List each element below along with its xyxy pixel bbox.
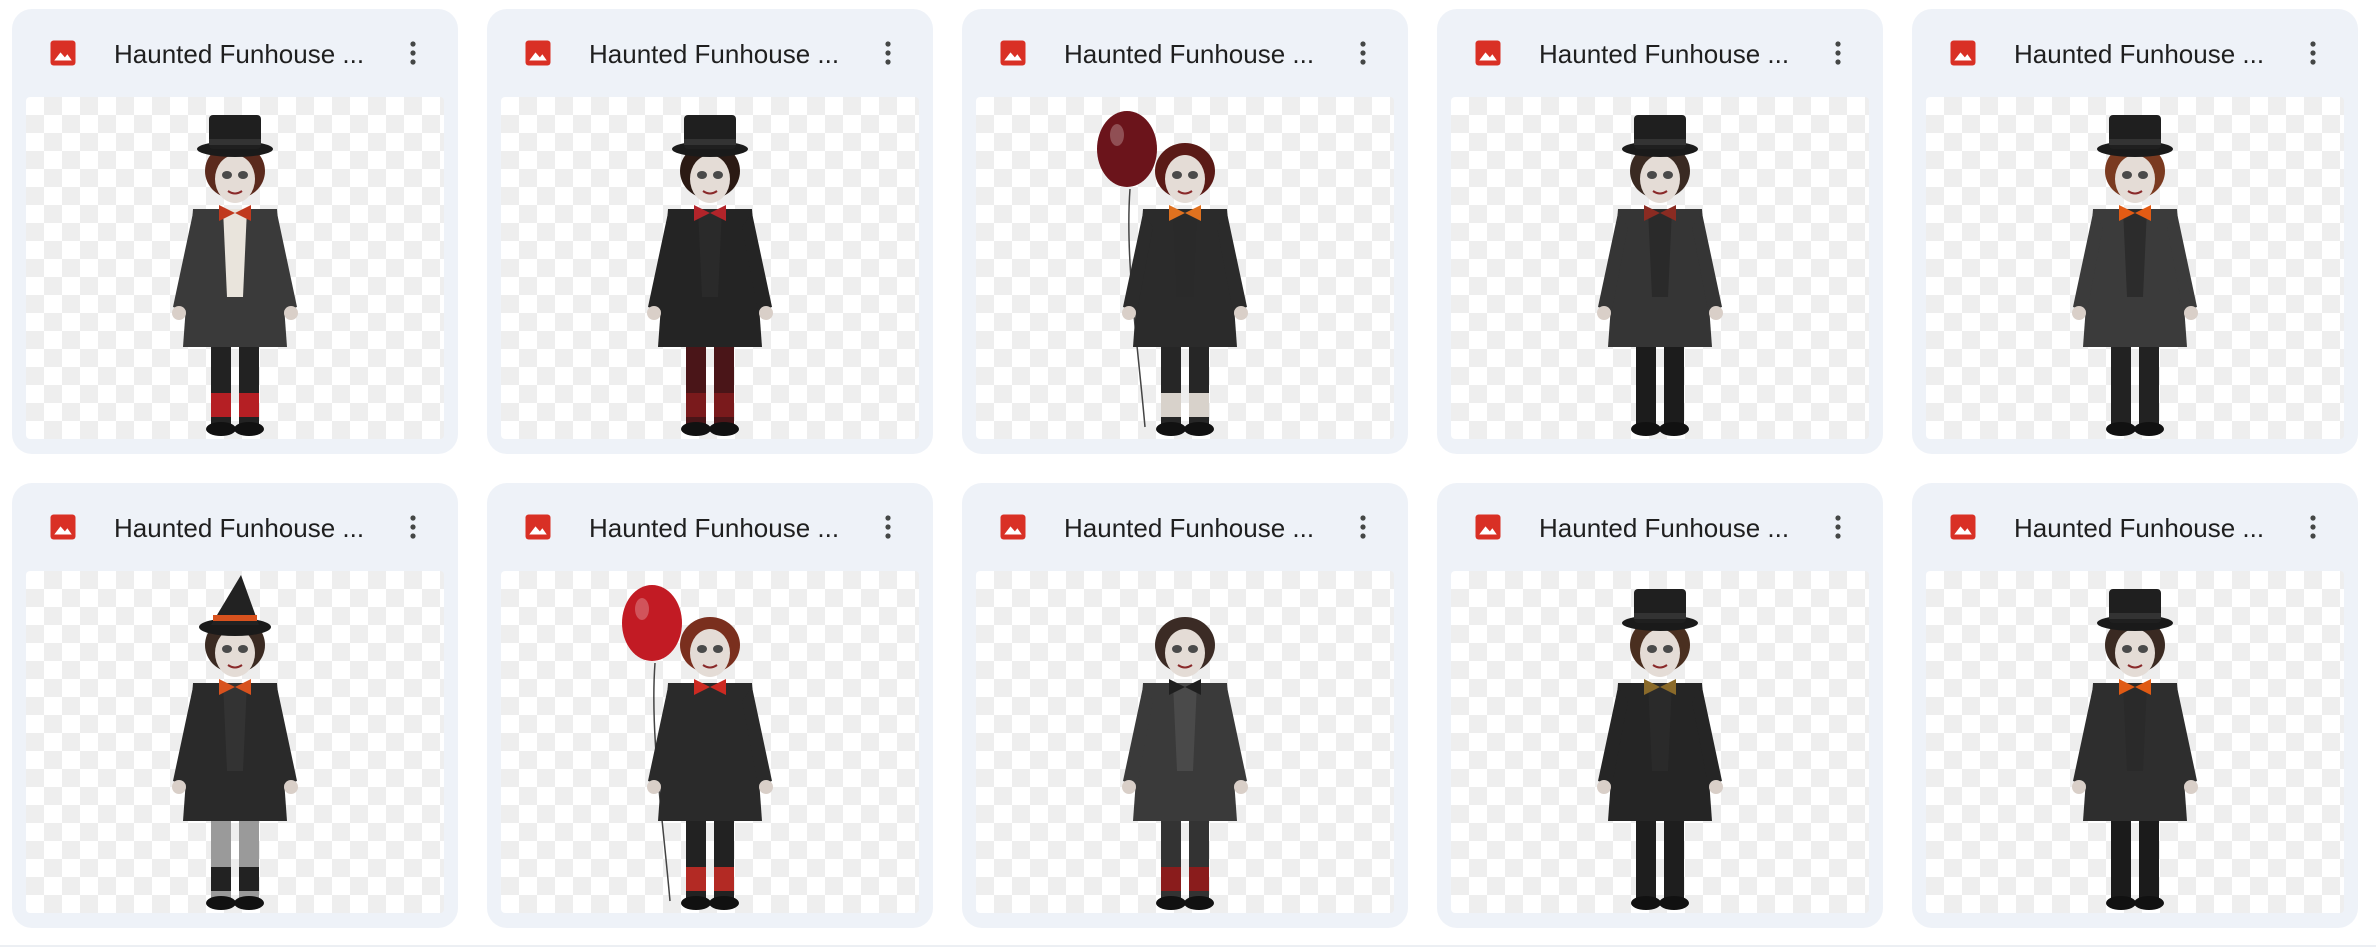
more-vertical-icon[interactable] <box>1818 507 1858 547</box>
costume-figure <box>172 575 298 910</box>
file-card-header: Haunted Funhouse ... <box>1912 483 2358 571</box>
file-name[interactable]: Haunted Funhouse ... <box>589 511 859 545</box>
more-vertical-icon[interactable] <box>1818 33 1858 73</box>
costume-figure <box>1097 111 1248 436</box>
file-thumbnail[interactable] <box>26 571 444 913</box>
file-name[interactable]: Haunted Funhouse ... <box>1064 37 1334 71</box>
more-vertical-icon[interactable] <box>2293 507 2333 547</box>
file-name[interactable]: Haunted Funhouse ... <box>1539 37 1809 71</box>
costume-figure <box>172 115 298 436</box>
file-card[interactable]: Haunted Funhouse ... <box>487 483 933 928</box>
more-vertical-icon[interactable] <box>1343 507 1383 547</box>
file-name[interactable]: Haunted Funhouse ... <box>1539 511 1809 545</box>
file-thumbnail[interactable] <box>1451 571 1869 913</box>
file-name[interactable]: Haunted Funhouse ... <box>589 37 859 71</box>
file-thumbnail[interactable] <box>976 97 1394 439</box>
image-file-icon <box>1473 38 1503 68</box>
file-card[interactable]: Haunted Funhouse ... <box>12 9 458 454</box>
image-file-icon <box>998 38 1028 68</box>
image-file-icon <box>523 512 553 542</box>
costume-figure <box>647 115 773 436</box>
costume-figure <box>1597 589 1723 910</box>
file-thumbnail[interactable] <box>501 571 919 913</box>
file-thumbnail[interactable] <box>976 571 1394 913</box>
file-card[interactable]: Haunted Funhouse ... <box>1437 9 1883 454</box>
file-thumbnail[interactable] <box>1926 571 2344 913</box>
file-card-header: Haunted Funhouse ... <box>962 483 1408 571</box>
more-vertical-icon[interactable] <box>1343 33 1383 73</box>
file-card[interactable]: Haunted Funhouse ... <box>12 483 458 928</box>
more-vertical-icon[interactable] <box>393 507 433 547</box>
more-vertical-icon[interactable] <box>868 33 908 73</box>
more-vertical-icon[interactable] <box>393 33 433 73</box>
file-card[interactable]: Haunted Funhouse ... <box>1912 9 2358 454</box>
file-card[interactable]: Haunted Funhouse ... <box>962 483 1408 928</box>
costume-figure <box>1597 115 1723 436</box>
costume-figure <box>1122 617 1248 910</box>
file-grid: Haunted Funhouse ... Haunted Funhouse ...… <box>12 9 2358 928</box>
image-file-icon <box>523 38 553 68</box>
costume-figure <box>2072 589 2198 910</box>
file-name[interactable]: Haunted Funhouse ... <box>114 511 384 545</box>
file-card-header: Haunted Funhouse ... <box>487 9 933 97</box>
image-file-icon <box>48 512 78 542</box>
more-vertical-icon[interactable] <box>868 507 908 547</box>
file-card-header: Haunted Funhouse ... <box>962 9 1408 97</box>
file-card-header: Haunted Funhouse ... <box>12 9 458 97</box>
file-card-header: Haunted Funhouse ... <box>12 483 458 571</box>
image-file-icon <box>1473 512 1503 542</box>
file-name[interactable]: Haunted Funhouse ... <box>2014 511 2284 545</box>
divider <box>0 945 2376 947</box>
image-file-icon <box>1948 512 1978 542</box>
file-card[interactable]: Haunted Funhouse ... <box>1437 483 1883 928</box>
file-thumbnail[interactable] <box>501 97 919 439</box>
file-thumbnail[interactable] <box>1451 97 1869 439</box>
costume-figure <box>2072 115 2198 436</box>
file-name[interactable]: Haunted Funhouse ... <box>1064 511 1334 545</box>
file-card[interactable]: Haunted Funhouse ... <box>962 9 1408 454</box>
file-card-header: Haunted Funhouse ... <box>487 483 933 571</box>
file-name[interactable]: Haunted Funhouse ... <box>2014 37 2284 71</box>
file-card-header: Haunted Funhouse ... <box>1912 9 2358 97</box>
more-vertical-icon[interactable] <box>2293 33 2333 73</box>
file-name[interactable]: Haunted Funhouse ... <box>114 37 384 71</box>
file-card[interactable]: Haunted Funhouse ... <box>1912 483 2358 928</box>
image-file-icon <box>1948 38 1978 68</box>
costume-figure <box>622 585 773 910</box>
file-thumbnail[interactable] <box>1926 97 2344 439</box>
file-thumbnail[interactable] <box>26 97 444 439</box>
file-card-header: Haunted Funhouse ... <box>1437 9 1883 97</box>
file-card[interactable]: Haunted Funhouse ... <box>487 9 933 454</box>
image-file-icon <box>998 512 1028 542</box>
file-card-header: Haunted Funhouse ... <box>1437 483 1883 571</box>
image-file-icon <box>48 38 78 68</box>
